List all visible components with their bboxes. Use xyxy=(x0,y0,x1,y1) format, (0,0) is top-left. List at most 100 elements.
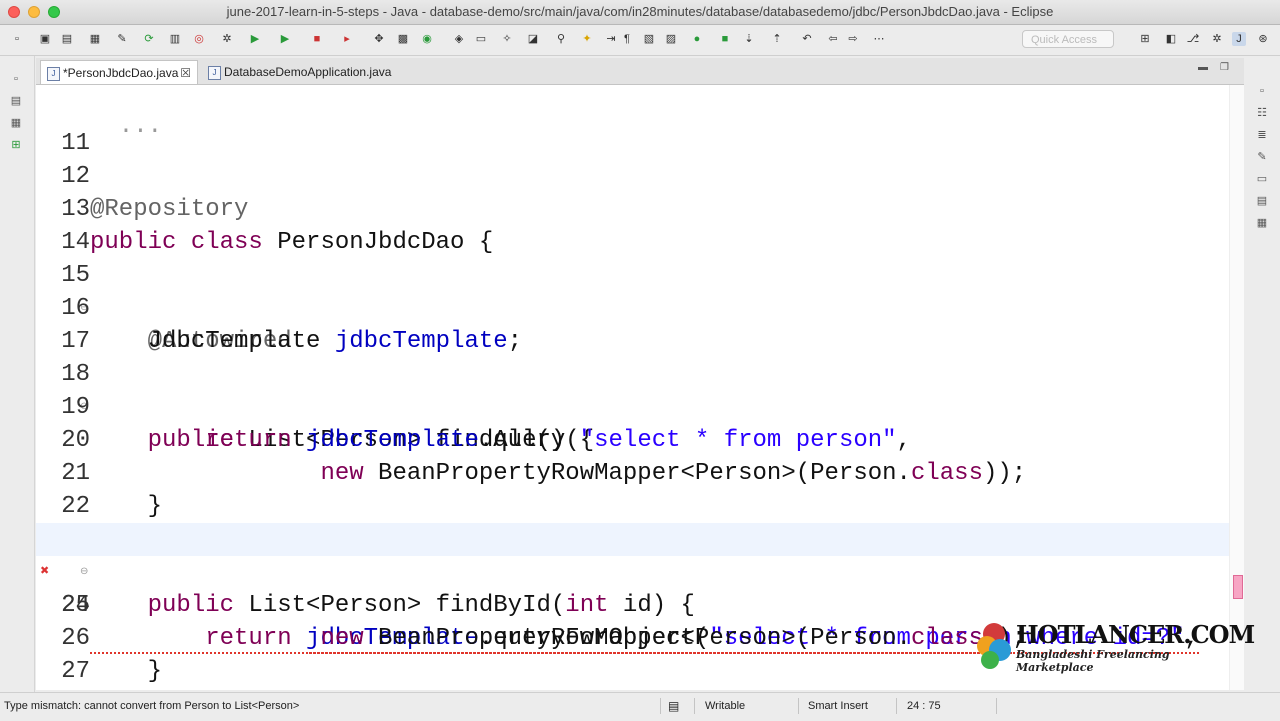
spring-perspective-icon[interactable]: ⊛ xyxy=(1256,32,1270,46)
show-whitespace-icon[interactable]: ¶ xyxy=(620,32,634,46)
tab-person-jbdc-dao[interactable]: J *PersonJbdcDao.java ☒ xyxy=(40,60,198,84)
status-bar: Type mismatch: cannot convert from Perso… xyxy=(0,692,1280,721)
tab-label: DatabaseDemoApplication.java xyxy=(224,65,392,79)
editor-tab-bar: J *PersonJbdcDao.java ☒ J DatabaseDemoAp… xyxy=(36,58,1244,85)
java-file-icon: J xyxy=(208,66,221,80)
external-tools-icon[interactable]: ▸ xyxy=(340,32,354,46)
last-edit-location-icon[interactable]: ↶ xyxy=(800,32,814,46)
code-line-17: 17 xyxy=(36,292,1232,355)
refresh-icon[interactable]: ⟳ xyxy=(142,32,156,46)
pin-editor-icon[interactable]: ⋯ xyxy=(872,32,886,46)
save-all-icon[interactable]: ▤ xyxy=(60,32,74,46)
word-wrap-icon[interactable]: ⇥ xyxy=(604,32,618,46)
error-overview-marker[interactable] xyxy=(1233,575,1243,599)
toggle-icon[interactable]: ▥ xyxy=(168,32,182,46)
hotlancer-logo-icon xyxy=(977,623,1011,669)
code-line-12: 12 @Repository xyxy=(36,127,1232,223)
code-line-11: 11 xyxy=(36,94,1232,157)
spring-explorer-icon[interactable]: ⊞ xyxy=(9,138,23,152)
new-java-project-icon[interactable]: ✥ xyxy=(372,32,386,46)
debug-perspective-icon[interactable]: ✲ xyxy=(1210,32,1224,46)
previous-annotation-icon[interactable]: ⇡ xyxy=(770,32,784,46)
mark-occurrences-icon[interactable]: ✦ xyxy=(580,32,594,46)
run-icon[interactable]: ▶ xyxy=(248,32,262,46)
open-perspective-icon[interactable]: ⊞ xyxy=(1138,32,1152,46)
task-list-icon[interactable]: ☷ xyxy=(1255,106,1269,120)
java-perspective-icon[interactable]: J xyxy=(1232,32,1246,46)
search-icon[interactable]: ✧ xyxy=(500,32,514,46)
restore-view-icon[interactable]: ▫ xyxy=(9,72,23,86)
close-tab-icon[interactable]: ☒ xyxy=(180,61,191,85)
right-trim-bar: ▫ ☷ ≣ ✎ ▭ ▤ ▦ xyxy=(1246,84,1280,692)
java-file-icon: J xyxy=(47,67,60,81)
outline-icon[interactable]: ≣ xyxy=(1255,128,1269,142)
status-divider xyxy=(660,698,661,714)
tool-icon[interactable]: ✎ xyxy=(115,32,129,46)
block-selection-icon[interactable]: ▧ xyxy=(642,32,656,46)
code-line-25: 25 new BeanPropertyRowMapper<Person>(Per… xyxy=(36,556,1232,654)
line-number: 28 xyxy=(46,688,90,690)
print-icon[interactable]: ▦ xyxy=(88,32,102,46)
open-type-icon[interactable]: ◈ xyxy=(452,32,466,46)
overview-ruler[interactable] xyxy=(1229,85,1244,690)
code-line-14: 14 xyxy=(36,193,1232,256)
spring-tools-icon[interactable]: ✎ xyxy=(1255,150,1269,164)
title-bar: june-2017-learn-in-5-steps - Java - data… xyxy=(0,0,1280,25)
save-icon[interactable]: ▣ xyxy=(38,32,52,46)
new-class-icon[interactable]: ◉ xyxy=(420,32,434,46)
status-divider xyxy=(896,698,897,714)
annotation-icon[interactable]: ⚲ xyxy=(554,32,568,46)
console-icon[interactable]: ▭ xyxy=(1255,172,1269,186)
tab-label: *PersonJbdcDao.java xyxy=(63,66,179,80)
lock-icon: ▤ xyxy=(668,699,680,713)
show-tooltips-icon[interactable]: ▨ xyxy=(664,32,678,46)
code-line-13: 13 public class PersonJbdcDao { xyxy=(36,160,1232,256)
code-editor[interactable]: ... 11 12 @Repository 13 public class Pe… xyxy=(36,85,1244,690)
code-line-18: 18 ⊖ public List<Person> findAll() { xyxy=(36,325,1232,454)
next-annotation-icon[interactable]: ⇣ xyxy=(742,32,756,46)
code-line-20: 20 new BeanPropertyRowMapper<Person>(Per… xyxy=(36,391,1232,487)
open-task-icon[interactable]: ▭ xyxy=(474,32,488,46)
forward-icon[interactable]: ⇨ xyxy=(846,32,860,46)
debug-icon[interactable]: ✲ xyxy=(220,32,234,46)
new-package-icon[interactable]: ▩ xyxy=(396,32,410,46)
problems-icon[interactable]: ▤ xyxy=(1255,194,1269,208)
restore-right-view-icon[interactable]: ▫ xyxy=(1255,84,1269,98)
open-console-icon[interactable]: ◪ xyxy=(526,32,540,46)
code-line-23: 23 ⊖ public List<Person> findById(int id… xyxy=(36,490,1232,619)
left-trim-bar: ▫ ▤ ▦ ⊞ xyxy=(0,56,35,692)
stop-icon[interactable]: ■ xyxy=(310,32,324,46)
cursor-position: 24 : 75 xyxy=(907,700,941,712)
skip-breakpoints-icon[interactable]: ◎ xyxy=(192,32,206,46)
main-toolbar: ▫ ▣ ▤ ▦ ✎ ⟳ ▥ ◎ ✲ ▶ ▶ ■ ▸ ✥ ▩ ◉ ◈ ▭ ✧ ◪ … xyxy=(0,25,1280,56)
status-divider xyxy=(996,698,997,714)
new-icon[interactable]: ▫ xyxy=(10,32,24,46)
spring-stop-icon[interactable]: ■ xyxy=(718,32,732,46)
quick-access-field[interactable]: Quick Access xyxy=(1022,30,1114,48)
code-line-24: ✖ 24 return jdbcTemplate.queryForObject(… xyxy=(36,523,1232,654)
run-configs-icon[interactable]: ▶ xyxy=(278,32,292,46)
code-line-15: 15 ⊖ @Autowired xyxy=(36,226,1232,355)
watermark-subtitle: Bangladeshi Freelancing Marketplace xyxy=(1016,648,1170,674)
code-line-16: 16 JdbcTemplate jdbcTemplate; xyxy=(36,259,1232,355)
status-divider xyxy=(798,698,799,714)
writable-status: Writable xyxy=(705,700,746,712)
progress-icon[interactable]: ▦ xyxy=(1255,216,1269,230)
spring-boot-icon[interactable]: ● xyxy=(690,32,704,46)
status-message: Type mismatch: cannot convert from Perso… xyxy=(4,700,300,712)
back-icon[interactable]: ⇦ xyxy=(826,32,840,46)
watermark-title: HOTLANCER.COM xyxy=(1016,620,1255,649)
package-explorer-icon[interactable]: ▤ xyxy=(9,94,23,108)
window-title: june-2017-learn-in-5-steps - Java - data… xyxy=(226,4,1054,19)
status-divider xyxy=(694,698,695,714)
minimize-editor-icon[interactable]: ▬ xyxy=(1198,62,1208,73)
tab-database-demo-application[interactable]: J DatabaseDemoApplication.java xyxy=(202,60,392,84)
git-perspective-icon[interactable]: ⎇ xyxy=(1186,32,1200,46)
hotlancer-watermark: HOTLANCER.COM Bangladeshi Freelancing Ma… xyxy=(974,616,1255,674)
code-line-21: 21 } xyxy=(36,424,1232,520)
maximize-editor-icon[interactable]: ❐ xyxy=(1220,62,1229,73)
java-ee-perspective-icon[interactable]: ◧ xyxy=(1164,32,1178,46)
code-line-22: 22 xyxy=(36,457,1232,520)
type-hierarchy-icon[interactable]: ▦ xyxy=(9,116,23,130)
insert-mode-status[interactable]: Smart Insert xyxy=(808,693,868,719)
